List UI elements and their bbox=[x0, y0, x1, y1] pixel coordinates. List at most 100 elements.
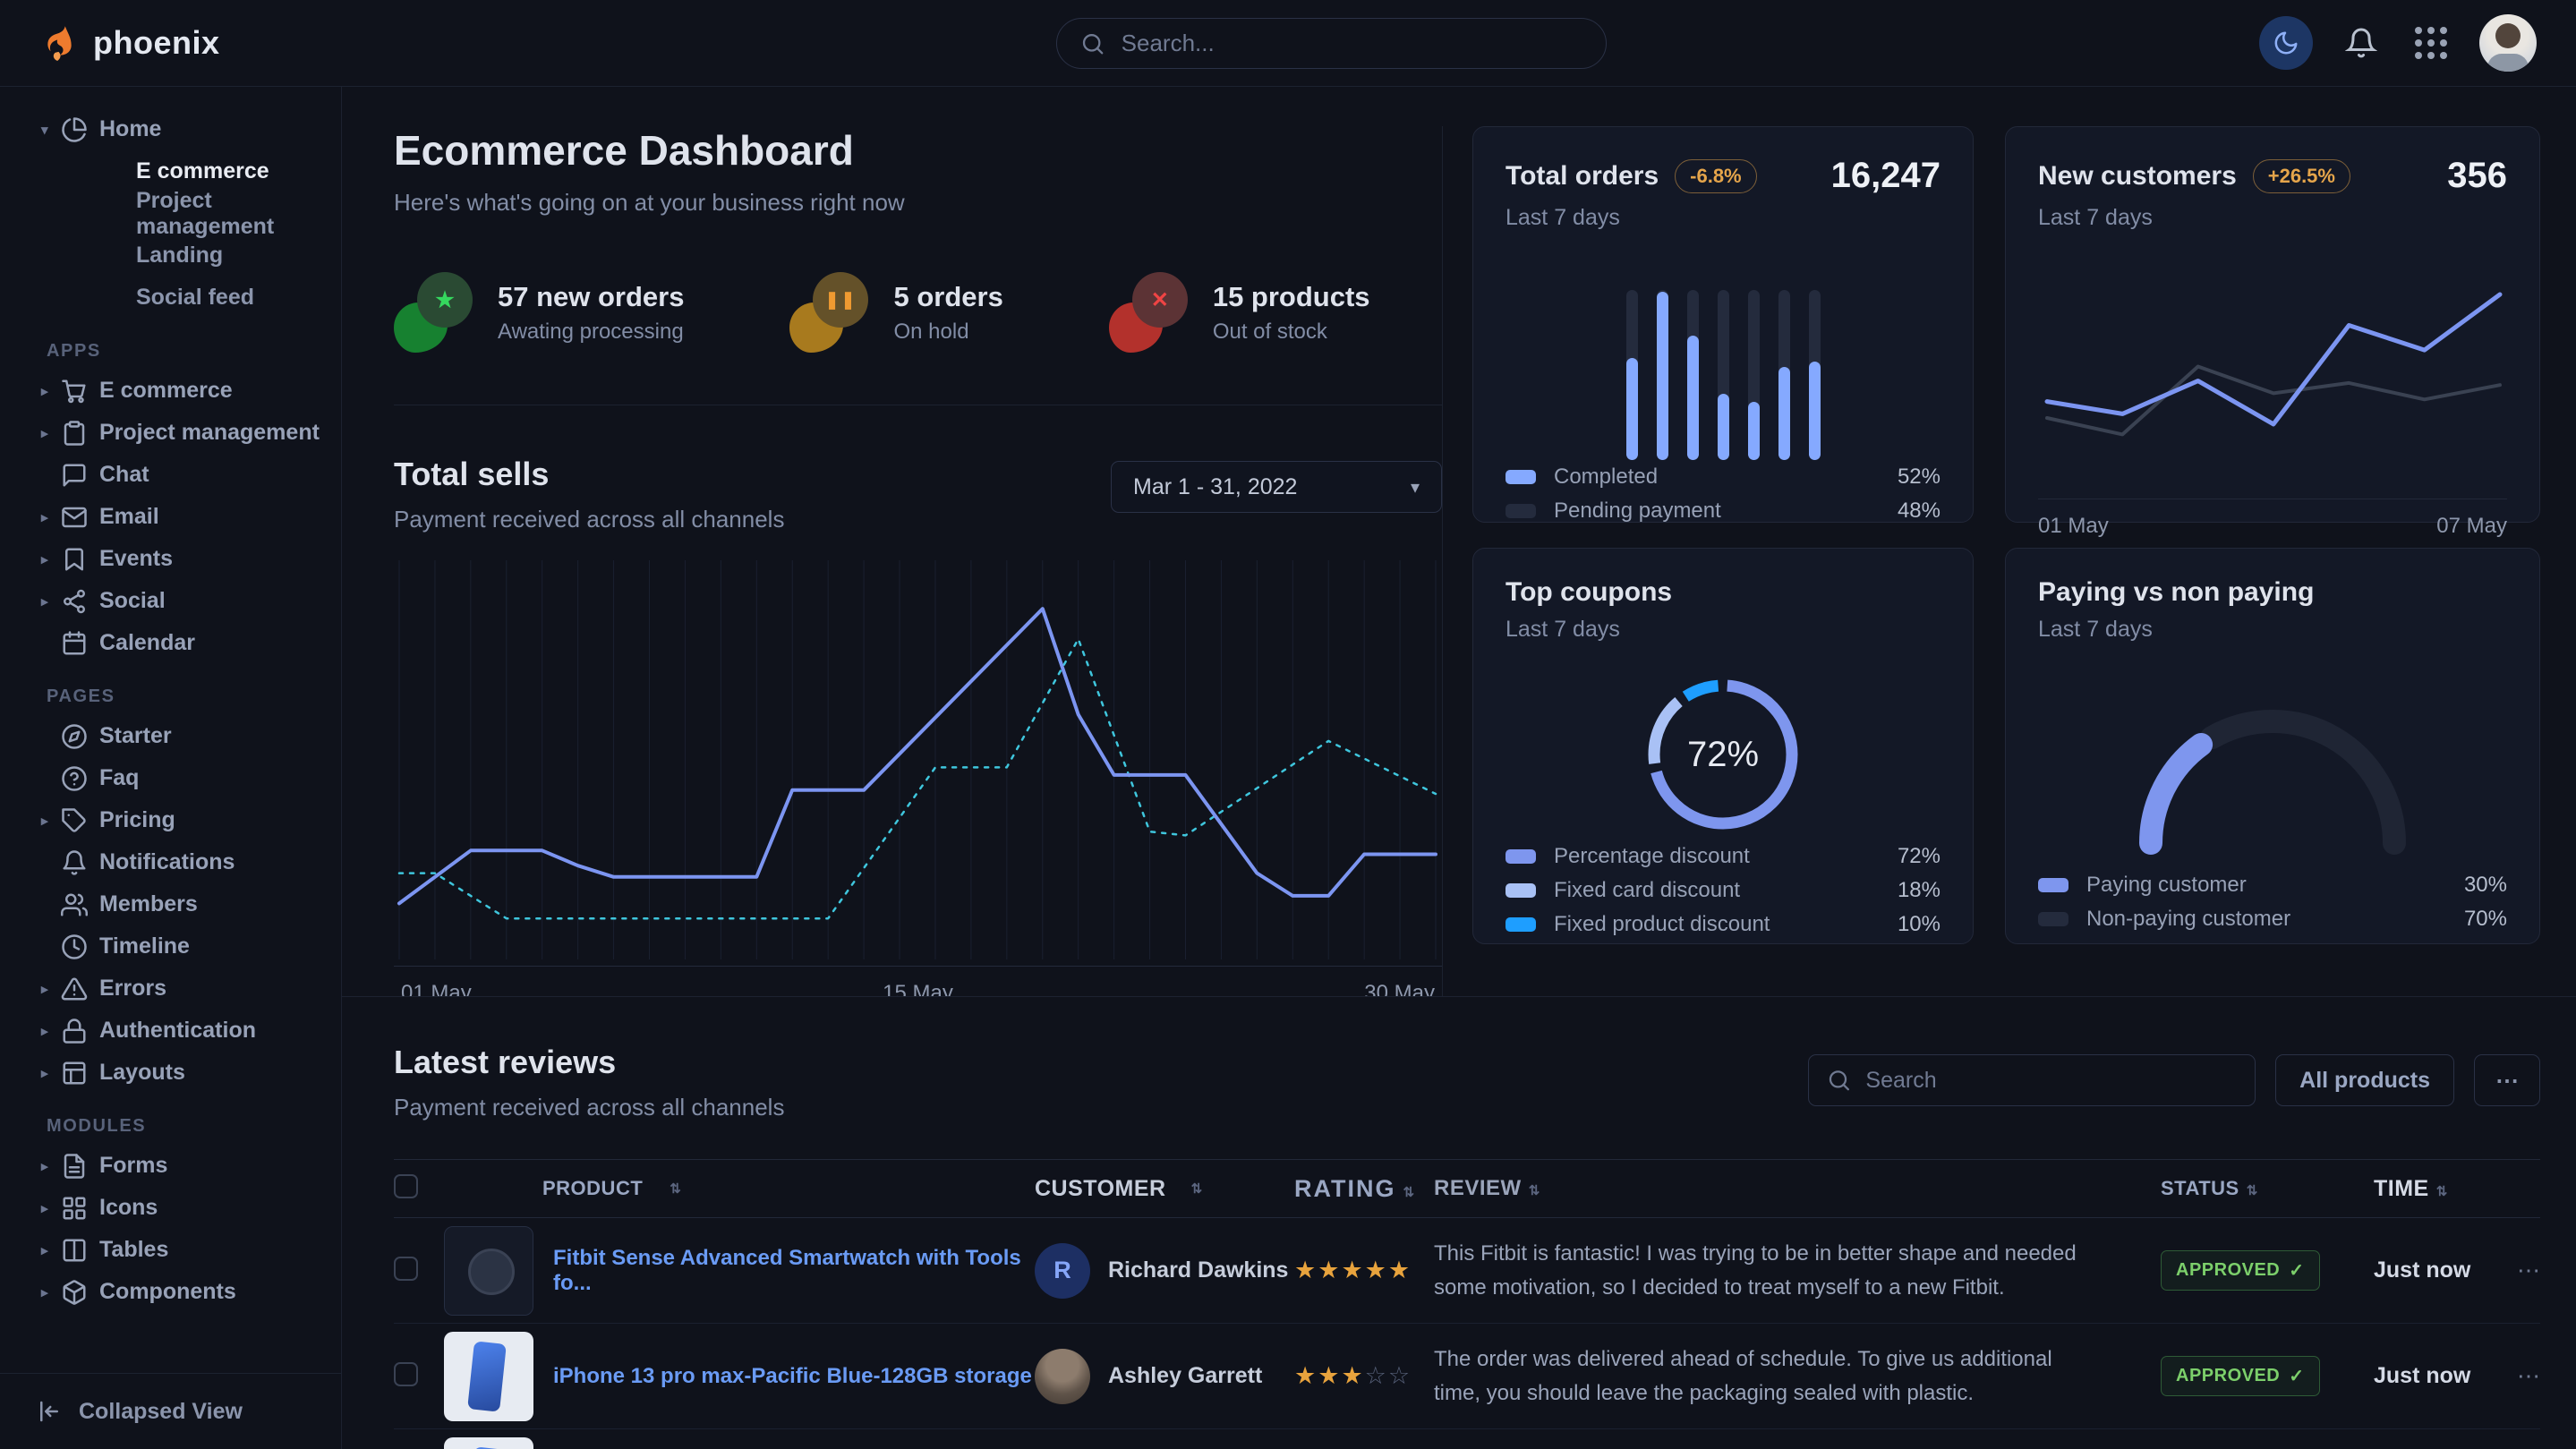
row-checkbox[interactable] bbox=[394, 1362, 418, 1386]
more-options-button[interactable]: ⋯ bbox=[2474, 1054, 2540, 1106]
sidebar-subitem-social-feed[interactable]: Social feed bbox=[41, 277, 332, 319]
sidebar-item-label: Timeline bbox=[99, 933, 190, 959]
select-all-checkbox[interactable] bbox=[394, 1174, 418, 1198]
sidebar-item-label: Events bbox=[99, 546, 173, 572]
column-header-rating[interactable]: RATING⇅ bbox=[1294, 1175, 1434, 1203]
pause-blob-icon: ❚❚ bbox=[789, 272, 868, 353]
sort-icon: ⇅ bbox=[2436, 1184, 2448, 1199]
box-icon bbox=[61, 1279, 88, 1306]
global-search-input[interactable] bbox=[1120, 29, 1582, 58]
sidebar-item-label: Components bbox=[99, 1279, 236, 1305]
star-filled-icon: ★ bbox=[1388, 1257, 1412, 1283]
tag-icon bbox=[61, 807, 88, 834]
sidebar-item-icons[interactable]: ▸ Icons bbox=[41, 1187, 332, 1229]
bar-fill bbox=[1657, 292, 1668, 460]
row-checkbox[interactable] bbox=[394, 1257, 418, 1281]
sidebar-item-starter[interactable]: Starter bbox=[41, 715, 332, 757]
product-thumbnail bbox=[444, 1437, 533, 1449]
rating-stars: ★★★☆☆ bbox=[1294, 1362, 1434, 1390]
sidebar-item-label: E commerce bbox=[99, 378, 233, 404]
card-title: Total orders bbox=[1506, 161, 1659, 192]
sidebar-section-label: MODULES bbox=[47, 1116, 332, 1137]
legend-row: Fixed card discount 18% bbox=[1506, 874, 1941, 908]
file-icon bbox=[61, 1153, 88, 1180]
table-header-row: PRODUCT⇅CUSTOMER⇅RATING⇅REVIEW⇅STATUS⇅TI… bbox=[394, 1159, 2540, 1218]
sidebar-item-notifications[interactable]: Notifications bbox=[41, 841, 332, 883]
sidebar-item-timeline[interactable]: Timeline bbox=[41, 925, 332, 967]
clipboard-icon bbox=[61, 420, 88, 447]
sidebar-item-label: Pricing bbox=[99, 807, 175, 833]
sidebar-item-project-management[interactable]: ▸ Project management bbox=[41, 412, 332, 454]
card-subtitle: Last 7 days bbox=[1506, 205, 1941, 231]
all-products-button[interactable]: All products bbox=[2275, 1054, 2454, 1106]
stat-sub: Awating processing bbox=[498, 320, 684, 345]
sidebar-item-forms[interactable]: ▸ Forms bbox=[41, 1145, 332, 1187]
user-avatar[interactable] bbox=[2479, 14, 2537, 72]
sidebar-item-events[interactable]: ▸ Events bbox=[41, 538, 332, 580]
share-icon bbox=[61, 588, 88, 615]
sidebar: ▾ HomeE commerceProject managementLandin… bbox=[0, 87, 342, 1449]
sidebar-item-label: Icons bbox=[99, 1195, 158, 1221]
bar-fill bbox=[1809, 362, 1821, 460]
sidebar-item-calendar[interactable]: Calendar bbox=[41, 622, 332, 664]
total-orders-card: Total orders -6.8% 16,247 Last 7 days Co… bbox=[1472, 126, 1974, 523]
collapse-sidebar-button[interactable]: Collapsed View bbox=[0, 1373, 341, 1449]
card-title: New customers bbox=[2038, 161, 2237, 192]
column-header-product[interactable]: PRODUCT⇅ bbox=[444, 1177, 1035, 1200]
caret-icon: ▸ bbox=[41, 813, 61, 829]
sidebar-item-social[interactable]: ▸ Social bbox=[41, 580, 332, 622]
product-thumbnail bbox=[444, 1332, 533, 1421]
sidebar-item-chat[interactable]: Chat bbox=[41, 454, 332, 496]
sidebar-item-members[interactable]: Members bbox=[41, 883, 332, 925]
clock-icon bbox=[61, 933, 88, 960]
sidebar-item-email[interactable]: ▸ Email bbox=[41, 496, 332, 538]
row-menu-button[interactable]: ⋯ bbox=[2508, 1257, 2540, 1284]
sidebar-subitem-e-commerce[interactable]: E commerce bbox=[41, 150, 332, 192]
search-icon bbox=[1827, 1067, 1851, 1094]
stat-value: 15 products bbox=[1213, 281, 1370, 313]
brand-logo[interactable]: phoenix bbox=[39, 22, 220, 64]
row-menu-button[interactable]: ⋯ bbox=[2508, 1362, 2540, 1390]
sidebar-item-components[interactable]: ▸ Components bbox=[41, 1271, 332, 1313]
sort-icon: ⇅ bbox=[1529, 1183, 1540, 1198]
sidebar-item-layouts[interactable]: ▸ Layouts bbox=[41, 1052, 332, 1094]
column-header-customer[interactable]: CUSTOMER⇅ bbox=[1035, 1176, 1294, 1202]
column-header-review[interactable]: REVIEW⇅ bbox=[1434, 1172, 2161, 1205]
sidebar-item-authentication[interactable]: ▸ Authentication bbox=[41, 1010, 332, 1052]
sidebar-item-tables[interactable]: ▸ Tables bbox=[41, 1229, 332, 1271]
ecommerce-dashboard-page: phoenix ▾ HomeE commerceProject manageme… bbox=[0, 0, 2576, 1449]
star-filled-icon: ★ bbox=[1318, 1362, 1341, 1389]
column-header-time[interactable]: TIME⇅ bbox=[2374, 1176, 2508, 1202]
sidebar-item-e-commerce[interactable]: ▸ E commerce bbox=[41, 370, 332, 412]
date-range-select[interactable]: Mar 1 - 31, 2022 ▾ bbox=[1111, 461, 1442, 513]
legend-swatch bbox=[1506, 504, 1536, 518]
app-launcher-button[interactable] bbox=[2410, 26, 2452, 60]
column-header-status[interactable]: STATUS⇅ bbox=[2161, 1177, 2374, 1200]
bar-fill bbox=[1626, 358, 1638, 460]
notifications-button[interactable] bbox=[2340, 26, 2383, 60]
product-link[interactable]: Fitbit Sense Advanced Smartwatch with To… bbox=[553, 1246, 1035, 1296]
chevron-down-icon: ▾ bbox=[1411, 476, 1420, 499]
sidebar-subitem-landing[interactable]: Landing bbox=[41, 234, 332, 277]
caret-icon: ▸ bbox=[41, 1242, 61, 1258]
stat-5-orders: ❚❚ 5 orders On hold bbox=[789, 272, 1002, 353]
cart-icon bbox=[61, 378, 88, 405]
reviews-search-input[interactable] bbox=[1864, 1067, 2237, 1095]
sidebar-item-faq[interactable]: Faq bbox=[41, 757, 332, 799]
legend-value: 30% bbox=[2464, 873, 2507, 898]
sidebar-item-label: Starter bbox=[99, 723, 172, 749]
caret-icon: ▸ bbox=[41, 509, 61, 525]
customer-name: Ashley Garrett bbox=[1108, 1363, 1262, 1389]
calendar-icon bbox=[61, 630, 88, 657]
sidebar-item-pricing[interactable]: ▸ Pricing bbox=[41, 799, 332, 841]
x-tick: 30 May bbox=[1364, 981, 1435, 996]
sidebar-item-label: Project management bbox=[99, 420, 320, 446]
sidebar-item-home[interactable]: ▾ Home bbox=[41, 108, 332, 150]
product-link[interactable]: iPhone 13 pro max-Pacific Blue-128GB sto… bbox=[553, 1364, 1032, 1389]
theme-toggle-button[interactable] bbox=[2259, 16, 2313, 70]
caret-icon: ▸ bbox=[41, 1158, 61, 1174]
sidebar-subitem-project-management[interactable]: Project management bbox=[41, 192, 332, 234]
sidebar-item-errors[interactable]: ▸ Errors bbox=[41, 967, 332, 1010]
bar-track bbox=[1778, 290, 1790, 460]
x-tick: 15 May bbox=[883, 981, 953, 996]
